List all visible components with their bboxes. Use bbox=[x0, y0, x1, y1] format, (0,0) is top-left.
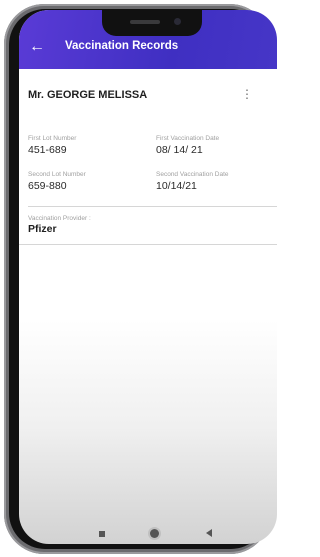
phone-screen: ← Vaccination Records Mr. GEORGE MELISSA… bbox=[19, 10, 277, 544]
system-nav-bar bbox=[19, 524, 277, 544]
second-date-value: 10/14/21 bbox=[156, 180, 197, 192]
circle-icon[interactable] bbox=[150, 529, 159, 538]
first-date-label: First Vaccination Date bbox=[156, 135, 220, 142]
page-title: Vaccination Records bbox=[65, 40, 179, 52]
first-lot-label: First Lot Number bbox=[28, 135, 77, 142]
back-arrow-icon[interactable]: ← bbox=[29, 38, 47, 56]
triangle-back-icon[interactable] bbox=[206, 529, 212, 537]
front-camera bbox=[174, 18, 181, 25]
phone-notch bbox=[102, 10, 202, 36]
divider bbox=[28, 206, 277, 207]
second-lot-label: Second Lot Number bbox=[28, 171, 86, 178]
first-lot-value: 451-689 bbox=[28, 144, 67, 156]
more-vertical-icon[interactable]: ⋮ bbox=[241, 85, 253, 103]
first-date-value: 08/ 14/ 21 bbox=[156, 144, 203, 156]
vaccination-record-card: Mr. GEORGE MELISSA ⋮ First Lot Number 45… bbox=[19, 69, 277, 245]
patient-name: Mr. GEORGE MELISSA bbox=[28, 89, 148, 101]
provider-label: Vaccination Provider : bbox=[28, 215, 91, 222]
second-date-label: Second Vaccination Date bbox=[156, 171, 229, 178]
divider bbox=[19, 244, 277, 245]
provider-value: Pfizer bbox=[28, 223, 57, 235]
speaker-grille bbox=[130, 20, 160, 24]
second-lot-value: 659-880 bbox=[28, 180, 67, 192]
square-icon[interactable] bbox=[99, 531, 105, 537]
